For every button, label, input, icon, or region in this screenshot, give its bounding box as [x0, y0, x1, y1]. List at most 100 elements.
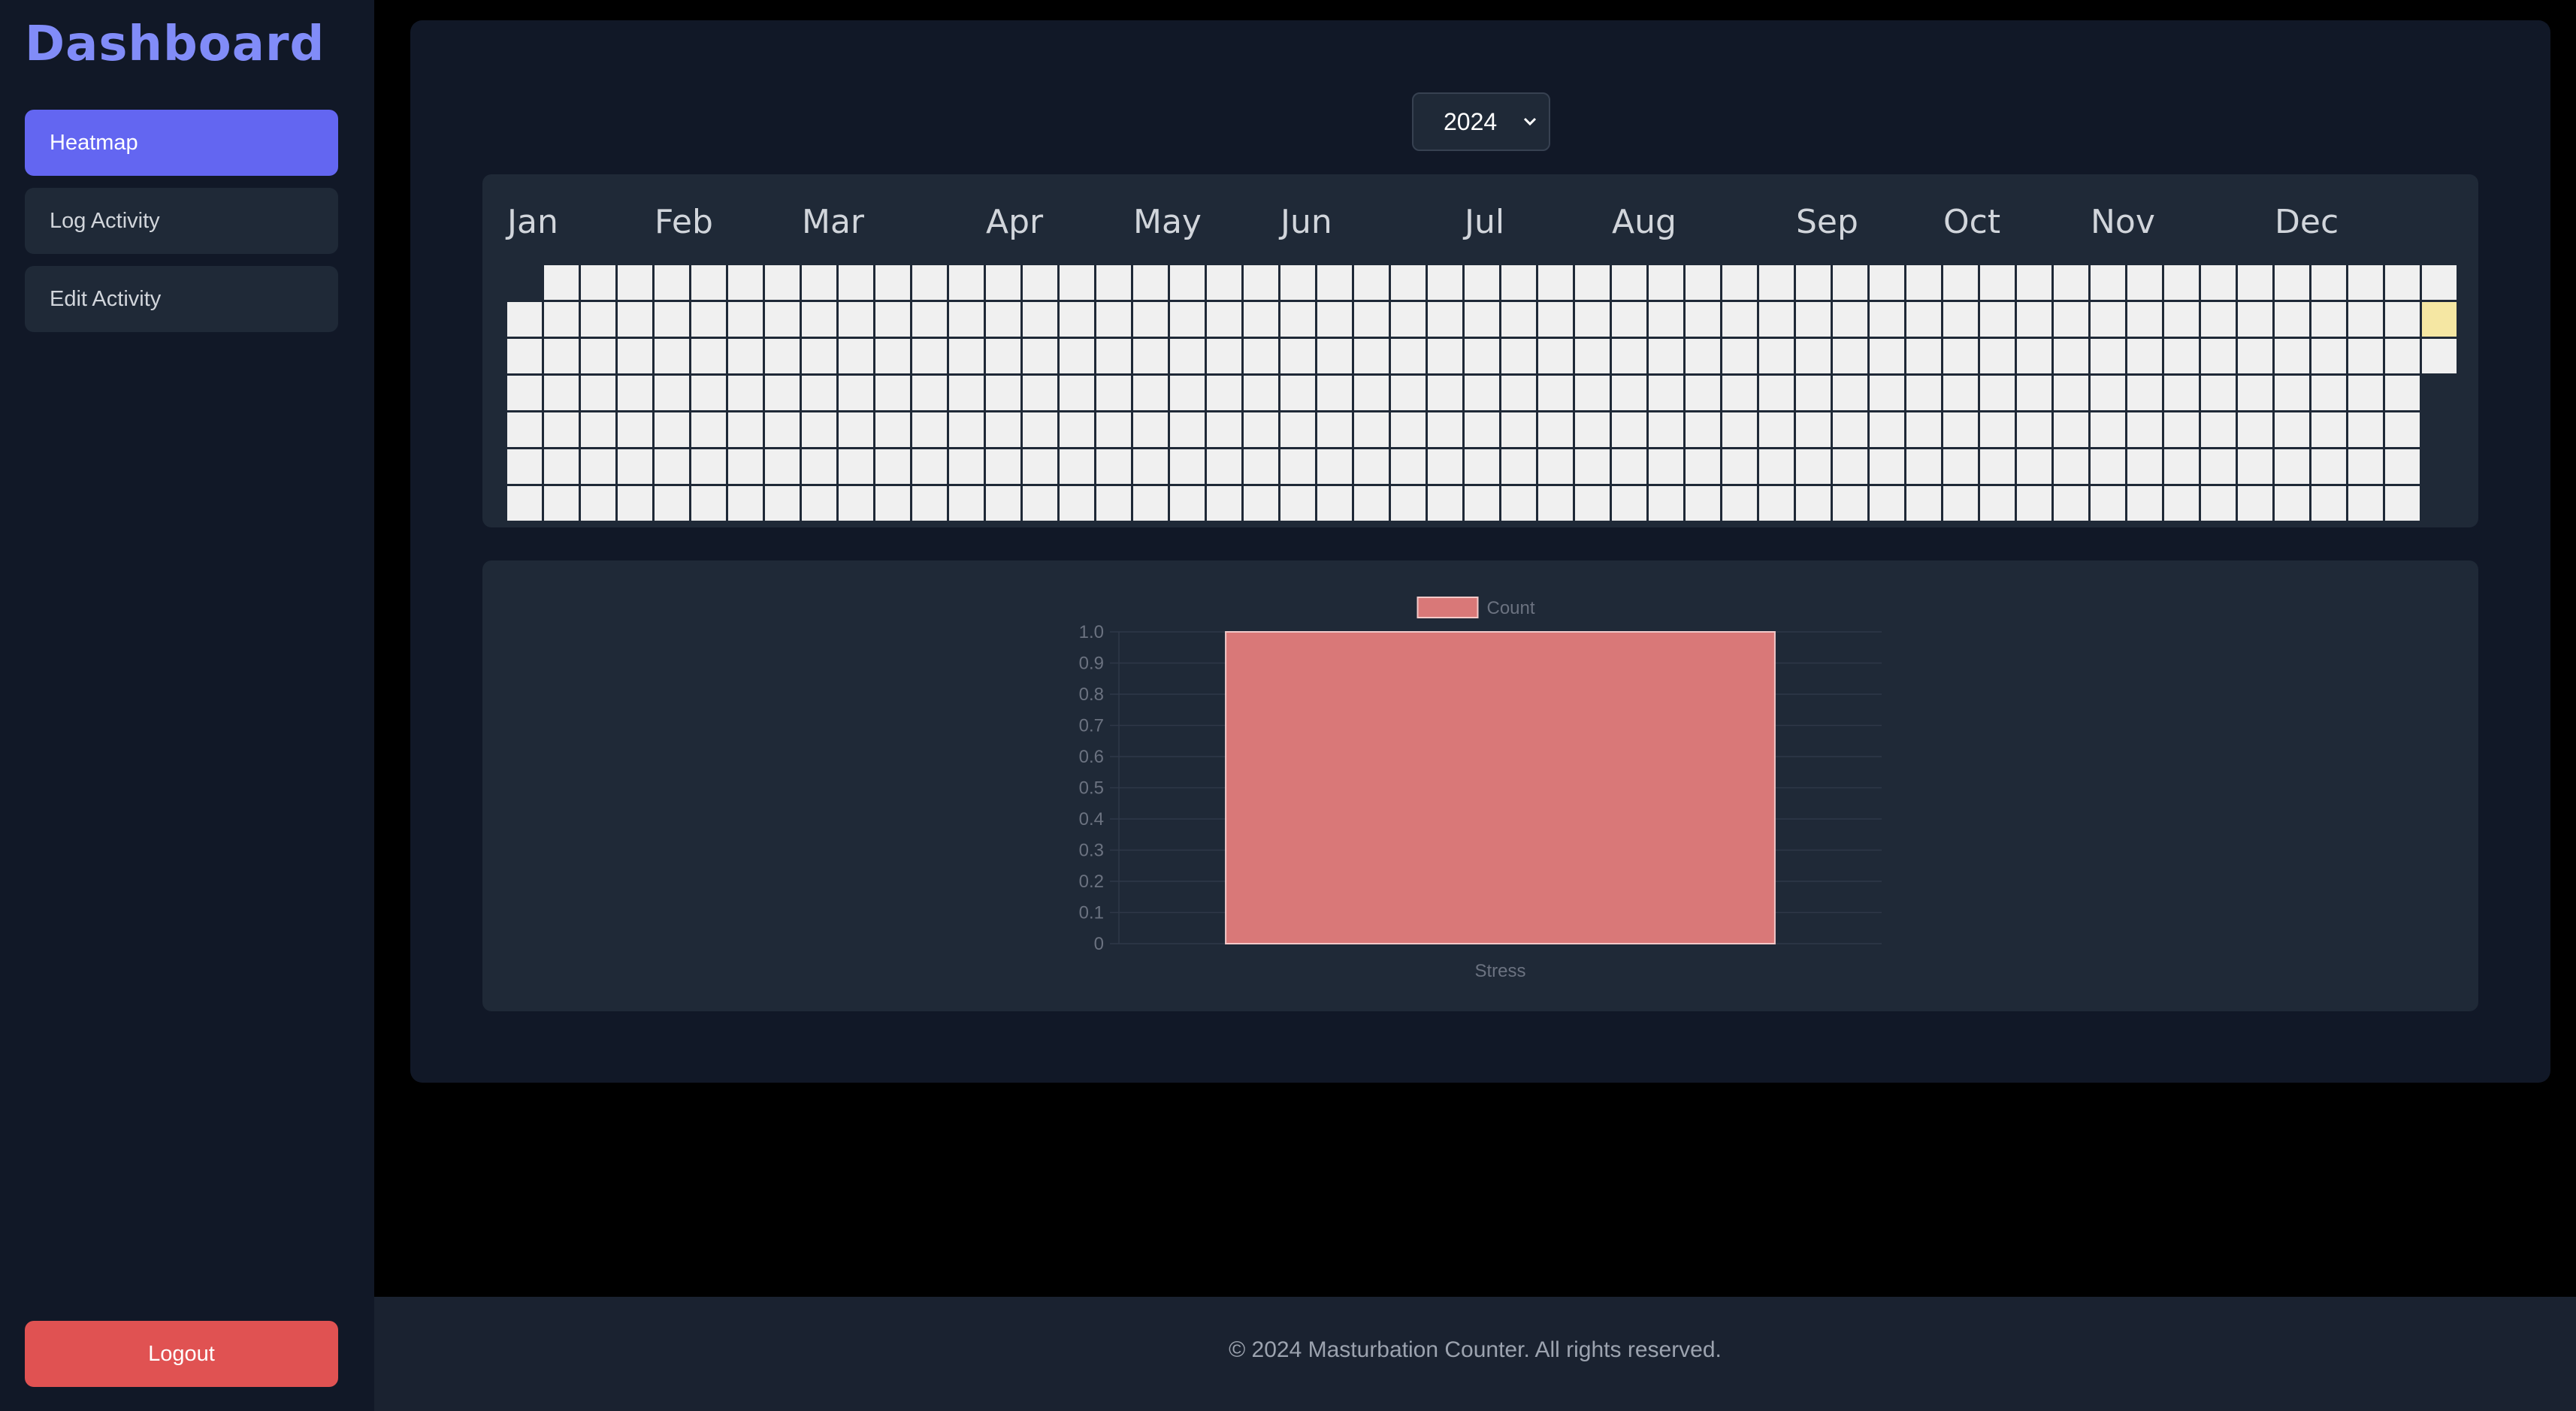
heatmap-day-cell[interactable] — [1280, 412, 1315, 447]
heatmap-day-cell[interactable] — [1428, 339, 1462, 373]
heatmap-day-cell[interactable] — [1538, 376, 1573, 410]
heatmap-day-cell[interactable] — [949, 376, 984, 410]
heatmap-day-cell[interactable] — [655, 412, 689, 447]
heatmap-day-cell[interactable] — [2127, 412, 2162, 447]
heatmap-day-cell[interactable] — [1391, 412, 1426, 447]
heatmap-day-cell[interactable] — [875, 339, 910, 373]
heatmap-day-cell[interactable] — [544, 376, 579, 410]
heatmap-day-cell[interactable] — [875, 486, 910, 521]
heatmap-day-cell[interactable] — [2311, 265, 2346, 300]
heatmap-day-cell[interactable] — [1096, 486, 1131, 521]
heatmap-day-cell[interactable] — [544, 449, 579, 484]
heatmap-day-cell[interactable] — [1501, 376, 1536, 410]
heatmap-day-cell[interactable] — [2091, 449, 2125, 484]
heatmap-day-cell[interactable] — [986, 449, 1020, 484]
heatmap-day-cell[interactable] — [544, 339, 579, 373]
heatmap-day-cell[interactable] — [1575, 412, 1610, 447]
heatmap-day-cell[interactable] — [1833, 449, 1867, 484]
heatmap-day-cell[interactable] — [1023, 265, 1057, 300]
heatmap-day-cell[interactable] — [507, 376, 542, 410]
heatmap-day-cell[interactable] — [1501, 412, 1536, 447]
heatmap-day-cell[interactable] — [875, 449, 910, 484]
heatmap-day-cell[interactable] — [2348, 265, 2383, 300]
heatmap-day-cell[interactable] — [1133, 265, 1168, 300]
heatmap-day-cell[interactable] — [1023, 376, 1057, 410]
heatmap-day-cell[interactable] — [1391, 449, 1426, 484]
heatmap-day-cell[interactable] — [2385, 302, 2420, 337]
heatmap-day-cell[interactable] — [1317, 486, 1352, 521]
heatmap-day-cell[interactable] — [1796, 302, 1831, 337]
heatmap-day-cell[interactable] — [1686, 412, 1720, 447]
heatmap-day-cell[interactable] — [2422, 302, 2457, 337]
heatmap-day-cell[interactable] — [2091, 376, 2125, 410]
heatmap-day-cell[interactable] — [912, 265, 947, 300]
heatmap-day-cell[interactable] — [1649, 339, 1683, 373]
heatmap-day-cell[interactable] — [1501, 265, 1536, 300]
heatmap-day-cell[interactable] — [1759, 265, 1794, 300]
heatmap-day-cell[interactable] — [2385, 412, 2420, 447]
heatmap-day-cell[interactable] — [1722, 486, 1757, 521]
heatmap-day-cell[interactable] — [618, 449, 652, 484]
heatmap-day-cell[interactable] — [1538, 449, 1573, 484]
heatmap-day-cell[interactable] — [1133, 376, 1168, 410]
heatmap-day-cell[interactable] — [1906, 486, 1941, 521]
heatmap-day-cell[interactable] — [2127, 376, 2162, 410]
heatmap-day-cell[interactable] — [2311, 449, 2346, 484]
heatmap-day-cell[interactable] — [1170, 449, 1205, 484]
heatmap-day-cell[interactable] — [1796, 265, 1831, 300]
heatmap-day-cell[interactable] — [1207, 486, 1241, 521]
heatmap-day-cell[interactable] — [839, 412, 873, 447]
heatmap-day-cell[interactable] — [802, 265, 836, 300]
heatmap-day-cell[interactable] — [2054, 302, 2088, 337]
heatmap-day-cell[interactable] — [1391, 486, 1426, 521]
heatmap-day-cell[interactable] — [1870, 339, 1904, 373]
heatmap-day-cell[interactable] — [2238, 376, 2272, 410]
heatmap-day-cell[interactable] — [1759, 412, 1794, 447]
heatmap-day-cell[interactable] — [2164, 339, 2199, 373]
heatmap-day-cell[interactable] — [2385, 265, 2420, 300]
heatmap-day-cell[interactable] — [1317, 449, 1352, 484]
heatmap-day-cell[interactable] — [949, 449, 984, 484]
heatmap-day-cell[interactable] — [1023, 339, 1057, 373]
heatmap-day-cell[interactable] — [1428, 412, 1462, 447]
heatmap-day-cell[interactable] — [1133, 486, 1168, 521]
heatmap-day-cell[interactable] — [802, 339, 836, 373]
heatmap-day-cell[interactable] — [2275, 486, 2309, 521]
heatmap-day-cell[interactable] — [1023, 412, 1057, 447]
heatmap-day-cell[interactable] — [1649, 376, 1683, 410]
heatmap-day-cell[interactable] — [912, 302, 947, 337]
heatmap-day-cell[interactable] — [1833, 486, 1867, 521]
heatmap-day-cell[interactable] — [1354, 302, 1389, 337]
heatmap-day-cell[interactable] — [875, 376, 910, 410]
heatmap-day-cell[interactable] — [1686, 339, 1720, 373]
heatmap-day-cell[interactable] — [1538, 265, 1573, 300]
heatmap-day-cell[interactable] — [2275, 339, 2309, 373]
heatmap-day-cell[interactable] — [581, 449, 615, 484]
heatmap-day-cell[interactable] — [1207, 412, 1241, 447]
heatmap-day-cell[interactable] — [1980, 376, 2015, 410]
heatmap-day-cell[interactable] — [1317, 265, 1352, 300]
heatmap-day-cell[interactable] — [765, 339, 800, 373]
heatmap-day-cell[interactable] — [1280, 449, 1315, 484]
heatmap-day-cell[interactable] — [1612, 302, 1646, 337]
heatmap-day-cell[interactable] — [1796, 376, 1831, 410]
heatmap-day-cell[interactable] — [1354, 376, 1389, 410]
heatmap-day-cell[interactable] — [655, 376, 689, 410]
heatmap-day-cell[interactable] — [875, 265, 910, 300]
heatmap-day-cell[interactable] — [2311, 376, 2346, 410]
heatmap-day-cell[interactable] — [912, 339, 947, 373]
heatmap-day-cell[interactable] — [765, 376, 800, 410]
heatmap-day-cell[interactable] — [2422, 339, 2457, 373]
heatmap-day-cell[interactable] — [1133, 302, 1168, 337]
heatmap-day-cell[interactable] — [1354, 449, 1389, 484]
heatmap-day-cell[interactable] — [691, 376, 726, 410]
heatmap-day-cell[interactable] — [1501, 339, 1536, 373]
heatmap-day-cell[interactable] — [986, 302, 1020, 337]
heatmap-day-cell[interactable] — [2201, 339, 2236, 373]
heatmap-day-cell[interactable] — [2201, 449, 2236, 484]
heatmap-day-cell[interactable] — [1096, 449, 1131, 484]
heatmap-day-cell[interactable] — [1207, 376, 1241, 410]
heatmap-day-cell[interactable] — [986, 486, 1020, 521]
heatmap-day-cell[interactable] — [655, 449, 689, 484]
heatmap-day-cell[interactable] — [949, 412, 984, 447]
